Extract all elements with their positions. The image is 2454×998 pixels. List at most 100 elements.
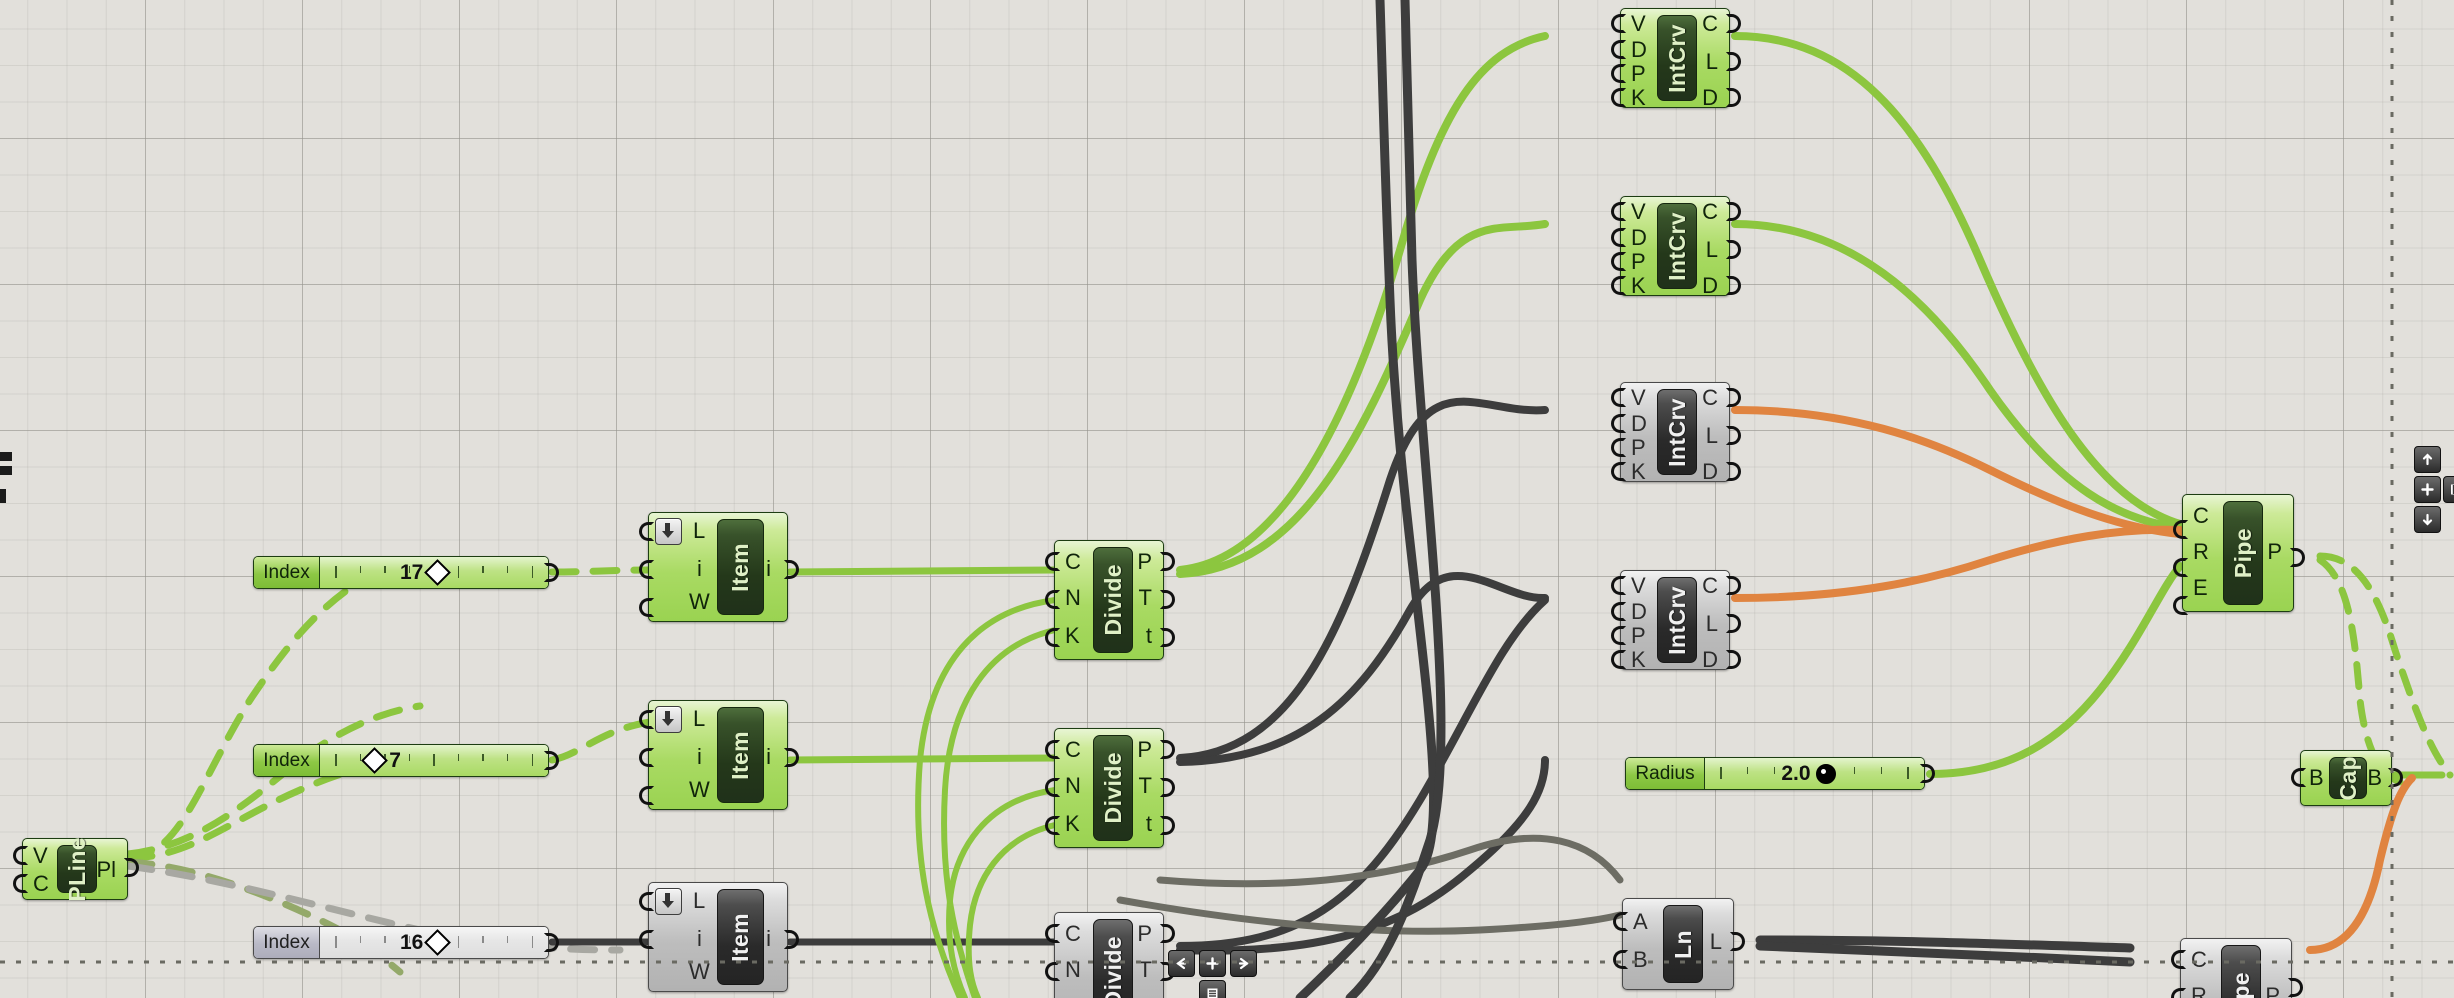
cap-nub-out[interactable] <box>2388 768 2403 787</box>
line-nub-l[interactable] <box>1730 932 1745 951</box>
pipe-2-nub-c[interactable] <box>2171 950 2186 969</box>
intcrv-3-nub-d[interactable] <box>1611 414 1626 433</box>
intcrv-4-nub-d[interactable] <box>1611 602 1626 621</box>
item-3-nub-i[interactable] <box>639 930 654 949</box>
component-item-1[interactable]: Item L i W i <box>648 512 788 622</box>
intcrv-2-input-k[interactable]: K <box>1631 273 1646 299</box>
component-pipe-1[interactable]: Pipe C R E P <box>2182 494 2294 612</box>
item-2-input-w[interactable]: W <box>689 777 710 803</box>
component-line[interactable]: Ln A B L <box>1622 898 1734 990</box>
intcrv-1-nub-v[interactable] <box>1611 14 1626 33</box>
intcrv-1-input-v[interactable]: V <box>1631 11 1646 37</box>
slider-index-7-nub[interactable] <box>544 751 559 770</box>
component-intcrv-1[interactable]: IntCrv V D P K C L D <box>1620 8 1730 110</box>
item-1-output-i[interactable]: i <box>766 556 771 582</box>
intcrv-3-input-d[interactable]: D <box>1631 411 1647 437</box>
pipe-1-input-e[interactable]: E <box>2193 575 2208 601</box>
slider-radius-nub[interactable] <box>1920 764 1935 783</box>
scroll-down-button[interactable] <box>2414 506 2441 533</box>
cap-output-b[interactable]: B <box>2367 765 2382 791</box>
divide-3-nub-c[interactable] <box>1045 924 1060 943</box>
divide-1-nub-c[interactable] <box>1045 552 1060 571</box>
intcrv-2-nub-v[interactable] <box>1611 202 1626 221</box>
item-2-input-l[interactable]: L <box>693 706 705 732</box>
divide-2-output-t-lower[interactable]: t <box>1146 811 1152 837</box>
item-2-input-i[interactable]: i <box>697 744 702 770</box>
slider-handle-diamond-icon[interactable] <box>424 929 452 956</box>
pipe-1-nub-e[interactable] <box>2173 596 2188 615</box>
divide-1-nub-k[interactable] <box>1045 628 1060 647</box>
grasshopper-canvas[interactable]: PLine V C Pl Item L i W i Item L i W i I… <box>0 0 2454 998</box>
pline-input-c[interactable]: C <box>33 871 49 897</box>
line-nub-a[interactable] <box>1613 912 1628 931</box>
intcrv-4-input-k[interactable]: K <box>1631 647 1646 673</box>
divide-1-input-c[interactable]: C <box>1065 549 1081 575</box>
slider-index-7-track[interactable]: 7 <box>320 745 548 776</box>
item-1-nub-i[interactable] <box>639 560 654 579</box>
intcrv-2-nub-d[interactable] <box>1611 228 1626 247</box>
divide-2-nub-p[interactable] <box>1160 740 1175 759</box>
intcrv-3-nub-d[interactable] <box>1726 462 1741 481</box>
component-divide-3[interactable]: Divide C N P T <box>1054 912 1164 998</box>
intcrv-4-nub-c[interactable] <box>1726 576 1741 595</box>
pipe-1-input-r[interactable]: R <box>2193 539 2209 565</box>
intcrv-3-output-c[interactable]: C <box>1702 385 1718 411</box>
pipe-2-input-c[interactable]: C <box>2191 947 2207 973</box>
intcrv-2-input-v[interactable]: V <box>1631 199 1646 225</box>
divide-3-nub-n[interactable] <box>1045 962 1060 981</box>
intcrv-2-nub-l[interactable] <box>1726 240 1741 259</box>
component-pline[interactable]: PLine V C Pl <box>22 837 128 901</box>
slider-index-17-track[interactable]: 17 <box>320 557 548 588</box>
pipe-1-output-p[interactable]: P <box>2267 539 2282 565</box>
intcrv-4-nub-k[interactable] <box>1611 650 1626 669</box>
divide-1-output-t-lower[interactable]: t <box>1146 623 1152 649</box>
intcrv-4-nub-l[interactable] <box>1726 614 1741 633</box>
intcrv-1-input-p[interactable]: P <box>1631 61 1646 87</box>
pline-nub-v[interactable] <box>13 846 28 865</box>
component-item-2[interactable]: Item L i W i <box>648 700 788 810</box>
item-1-input-w[interactable]: W <box>689 589 710 615</box>
intcrv-1-output-c[interactable]: C <box>1702 11 1718 37</box>
intcrv-4-input-v[interactable]: V <box>1631 573 1646 599</box>
intcrv-4-output-c[interactable]: C <box>1702 573 1718 599</box>
pipe-1-nub-c[interactable] <box>2173 520 2188 539</box>
divide-2-nub-n[interactable] <box>1045 778 1060 797</box>
slider-radius[interactable]: Radius 2.0 <box>1625 757 1925 790</box>
intcrv-3-nub-c[interactable] <box>1726 388 1741 407</box>
intcrv-3-input-v[interactable]: V <box>1631 385 1646 411</box>
intcrv-1-input-d[interactable]: D <box>1631 37 1647 63</box>
divide-1-output-p[interactable]: P <box>1137 549 1152 575</box>
pipe-2-input-r[interactable]: R <box>2191 983 2207 998</box>
divide-3-nub-p[interactable] <box>1160 924 1175 943</box>
intcrv-1-nub-p[interactable] <box>1611 64 1626 83</box>
intcrv-1-nub-k[interactable] <box>1611 88 1626 107</box>
item-1-nub-out[interactable] <box>784 560 799 579</box>
component-item-3[interactable]: Item L i W i <box>648 882 788 992</box>
divide-1-input-k[interactable]: K <box>1065 623 1080 649</box>
pline-nub-pl[interactable] <box>124 858 139 877</box>
intcrv-1-output-l[interactable]: L <box>1706 49 1718 75</box>
divide-3-output-p[interactable]: P <box>1137 921 1152 947</box>
item-3-nub-out[interactable] <box>784 930 799 949</box>
intcrv-3-nub-k[interactable] <box>1611 462 1626 481</box>
intcrv-1-nub-c[interactable] <box>1726 14 1741 33</box>
component-intcrv-4[interactable]: IntCrv V D P K C L D <box>1620 570 1730 673</box>
intcrv-3-output-d[interactable]: D <box>1702 459 1718 485</box>
divide-1-nub-n[interactable] <box>1045 590 1060 609</box>
intcrv-3-output-l[interactable]: L <box>1706 423 1718 449</box>
flatten-icon[interactable] <box>655 888 682 915</box>
intcrv-3-input-p[interactable]: P <box>1631 435 1646 461</box>
intcrv-1-nub-d[interactable] <box>1611 40 1626 59</box>
slider-index-17-nub[interactable] <box>544 563 559 582</box>
intcrv-2-nub-p[interactable] <box>1611 252 1626 271</box>
item-3-output-i[interactable]: i <box>766 926 771 952</box>
intcrv-2-nub-k[interactable] <box>1611 276 1626 295</box>
intcrv-4-nub-p[interactable] <box>1611 626 1626 645</box>
intcrv-2-output-c[interactable]: C <box>1702 199 1718 225</box>
item-3-input-w[interactable]: W <box>689 959 710 985</box>
slider-handle-round-icon[interactable] <box>1815 763 1836 784</box>
item-2-nub-l[interactable] <box>639 710 654 729</box>
pipe-1-nub-p[interactable] <box>2290 548 2305 567</box>
line-input-b[interactable]: B <box>1633 947 1648 973</box>
line-input-a[interactable]: A <box>1633 909 1648 935</box>
